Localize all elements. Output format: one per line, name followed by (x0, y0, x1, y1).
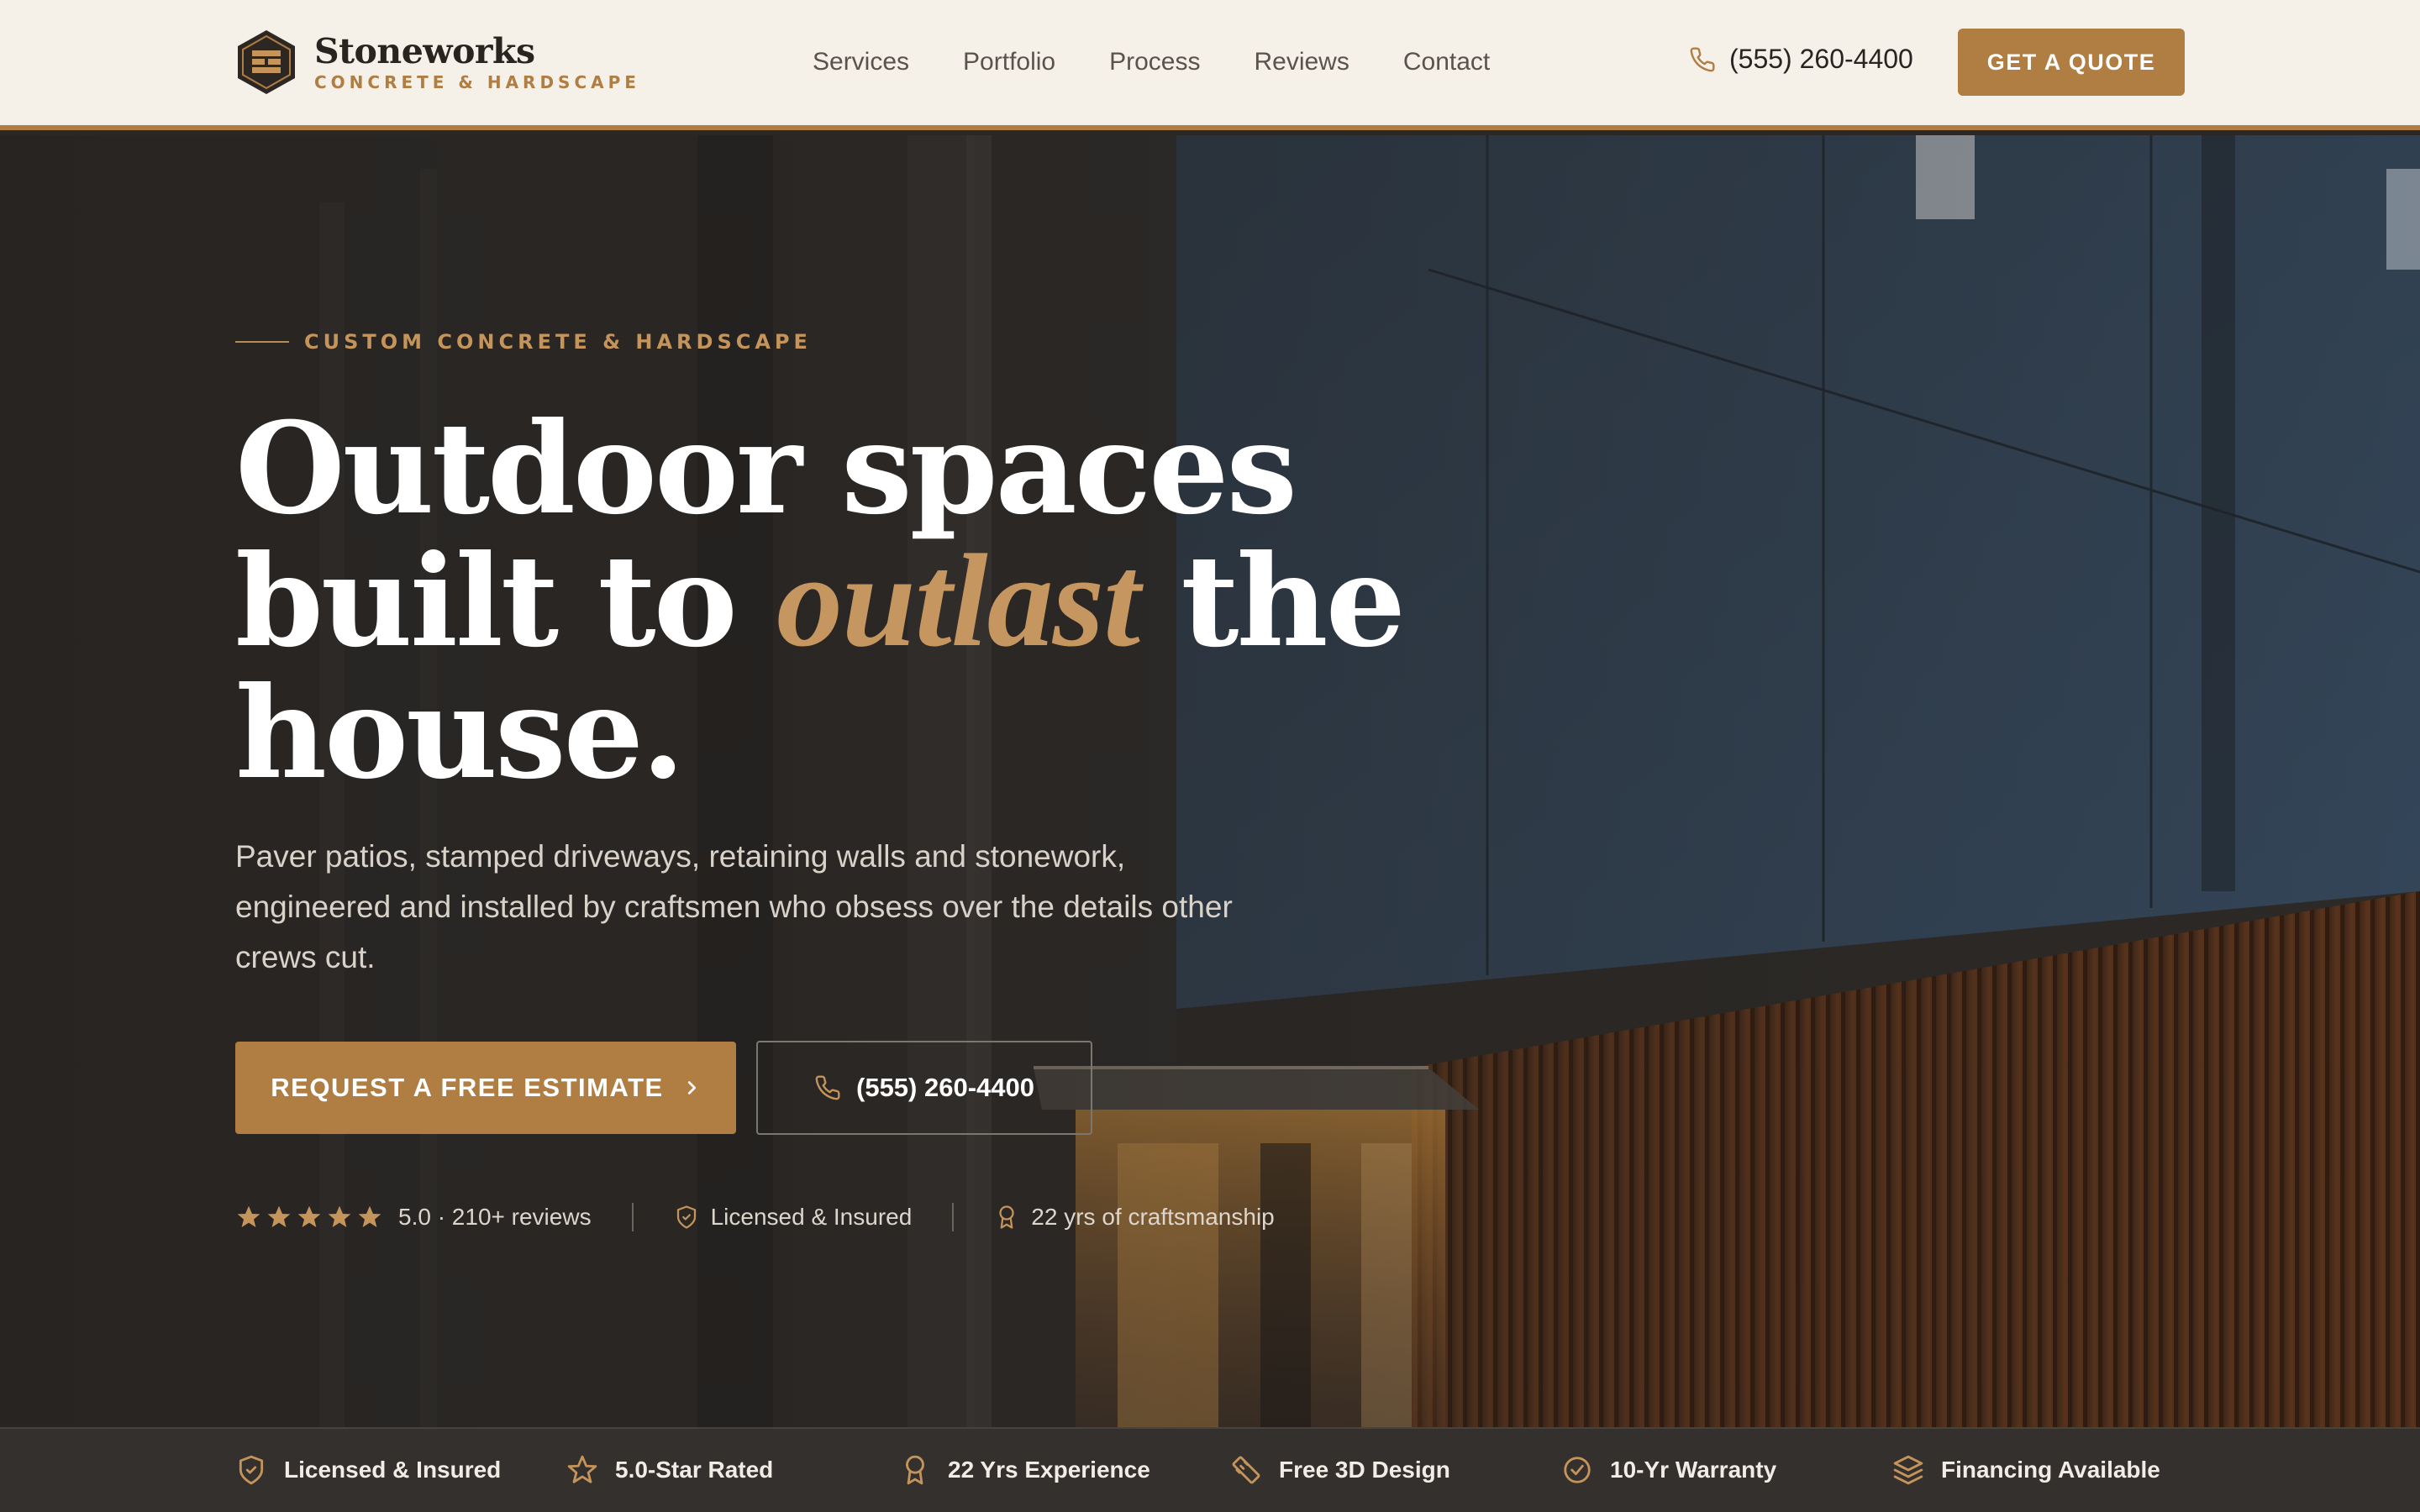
brand-name: Stoneworks (314, 31, 535, 71)
logo[interactable]: Stoneworks CONCRETE & HARDSCAPE (235, 29, 640, 96)
nav-item-services[interactable]: Services (813, 45, 909, 79)
call-phone-button[interactable]: (555) 260-4400 (756, 1041, 1092, 1135)
feature-label: Free 3D Design (1279, 1457, 1450, 1483)
ruler-icon (1232, 1456, 1260, 1484)
feature-financing: Financing Available (1892, 1454, 2160, 1486)
star-icon (358, 1205, 381, 1227)
features-bar: Licensed & Insured 5.0-Star Rated 22 Yrs… (0, 1427, 2420, 1512)
main-nav: Services Portfolio Process Reviews Conta… (813, 45, 1490, 79)
request-estimate-button[interactable]: REQUEST A FREE ESTIMATE (235, 1042, 736, 1134)
eyebrow-text: CUSTOM CONCRETE & HARDSCAPE (304, 330, 812, 354)
nav-item-reviews[interactable]: Reviews (1254, 45, 1349, 79)
feature-warranty: 10-Yr Warranty (1561, 1454, 1776, 1486)
feature-label: Financing Available (1941, 1457, 2160, 1483)
trust-experience: 22 yrs of craftsmanship (994, 1204, 1275, 1231)
brand-tagline: CONCRETE & HARDSCAPE (314, 72, 640, 92)
get-quote-button[interactable]: GET A QUOTE (1958, 29, 2185, 96)
check-circle-icon (1564, 1457, 1591, 1483)
trust-divider (952, 1203, 955, 1231)
nav-item-portfolio[interactable]: Portfolio (963, 45, 1055, 79)
hero-headline: Outdoor spaces built to outlast the hous… (235, 403, 1412, 800)
request-estimate-label: REQUEST A FREE ESTIMATE (271, 1073, 664, 1102)
shield-check-icon (239, 1455, 264, 1485)
phone-icon (1690, 46, 1715, 71)
headline-accent: outlast (776, 528, 1140, 675)
feature-experience: 22 Yrs Experience (899, 1454, 1150, 1486)
header-phone-link[interactable]: (555) 260-4400 (1689, 44, 1913, 75)
rating-text: 5.0 · 210+ reviews (398, 1204, 592, 1230)
eyebrow-divider (235, 341, 289, 343)
feature-rated: 5.0-Star Rated (566, 1454, 773, 1486)
feature-licensed: Licensed & Insured (235, 1454, 501, 1486)
trust-licensed: Licensed & Insured (674, 1204, 913, 1231)
header-phone-number: (555) 260-4400 (1729, 44, 1913, 74)
award-icon (999, 1205, 1014, 1229)
phone-icon (815, 1075, 840, 1100)
feature-3d-design: Free 3D Design (1230, 1454, 1450, 1486)
hero-trust-row: 5.0 · 210+ reviews Licensed & Insured 22… (235, 1203, 1275, 1231)
layers-icon (1893, 1455, 1923, 1485)
shield-check-icon (676, 1205, 696, 1229)
hero-section: CUSTOM CONCRETE & HARDSCAPE Outdoor spac… (0, 135, 2420, 1427)
award-icon (906, 1455, 924, 1485)
feature-label: 5.0-Star Rated (615, 1457, 774, 1483)
star-icon (297, 1205, 321, 1227)
nav-item-process[interactable]: Process (1109, 45, 1200, 79)
hero-eyebrow: CUSTOM CONCRETE & HARDSCAPE (235, 330, 812, 354)
star-icon (237, 1205, 260, 1227)
feature-label: Licensed & Insured (284, 1457, 502, 1483)
trust-divider (631, 1203, 634, 1231)
logo-hexagon-icon (238, 30, 295, 94)
chevron-right-icon (687, 1081, 696, 1095)
star-icon (567, 1455, 597, 1483)
experience-text: 22 yrs of craftsmanship (1031, 1204, 1275, 1230)
star-icon (267, 1205, 291, 1227)
call-phone-label: (555) 260-4400 (856, 1073, 1034, 1102)
licensed-text: Licensed & Insured (710, 1204, 913, 1230)
feature-label: 10-Yr Warranty (1610, 1457, 1777, 1483)
nav-item-contact[interactable]: Contact (1403, 45, 1490, 79)
feature-label: 22 Yrs Experience (948, 1457, 1150, 1483)
rating-stars (235, 1204, 387, 1231)
site-header: Stoneworks CONCRETE & HARDSCAPE Services… (0, 0, 2420, 130)
star-icon (328, 1205, 351, 1227)
hero-subtext: Paver patios, stamped driveways, retaini… (235, 839, 1233, 974)
